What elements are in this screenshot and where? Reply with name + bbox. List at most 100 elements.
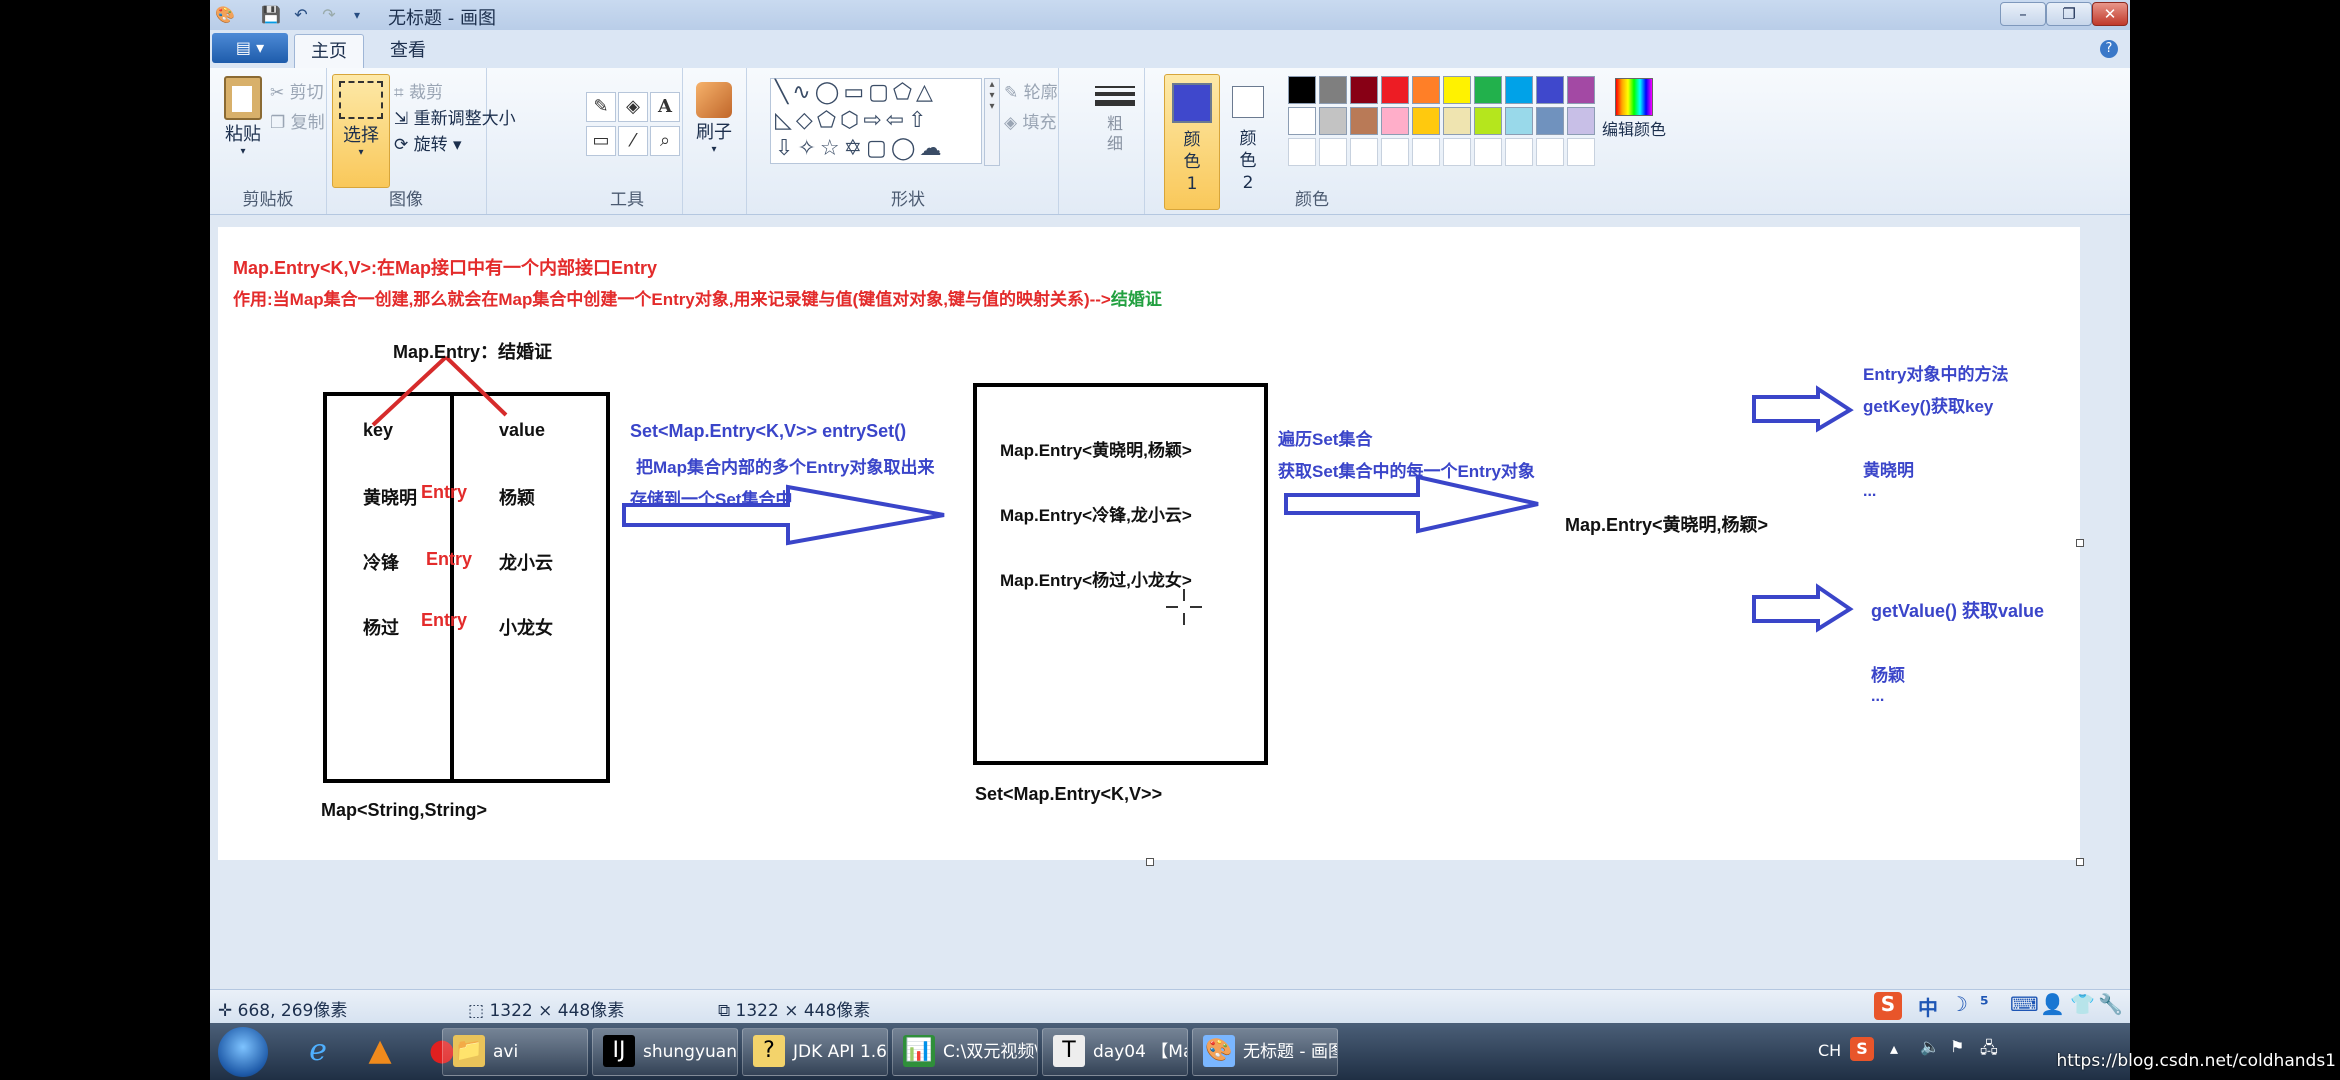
taskbar-item[interactable]: ? JDK API 1.6.0 中...	[742, 1028, 888, 1076]
custom-color-slot[interactable]	[1381, 138, 1409, 166]
triangle-shape-icon[interactable]: △	[916, 80, 937, 105]
palette-color-swatch[interactable]	[1350, 76, 1378, 104]
shapes-gallery[interactable]: ╲∿◯▭▢⬠△ ◺◇⬠⬡⇨⇦⇧ ⇩✧☆✡▢◯☁	[770, 78, 982, 164]
palette-color-swatch[interactable]	[1412, 107, 1440, 135]
tab-view[interactable]: 查看	[370, 34, 446, 67]
ime-mode-chinese[interactable]: 中	[1918, 992, 1938, 1021]
custom-color-slot[interactable]	[1288, 138, 1316, 166]
text-icon[interactable]: A	[650, 92, 680, 122]
custom-color-slot[interactable]	[1474, 138, 1502, 166]
canvas-resize-handle-right[interactable]	[2076, 539, 2084, 547]
left-arrow-shape-icon[interactable]: ⇦	[886, 108, 908, 133]
palette-color-swatch[interactable]	[1288, 107, 1316, 135]
workspace[interactable]: Map.Entry<K,V>:在Map接口中有一个内部接口Entry 作用:当M…	[210, 215, 2130, 989]
ime-punct-icon[interactable]: ⁵	[1980, 992, 1989, 1016]
oval-callout-shape-icon[interactable]: ◯	[891, 136, 920, 161]
rectangle-shape-icon[interactable]: ▭	[843, 80, 868, 105]
custom-color-slot[interactable]	[1443, 138, 1471, 166]
edit-colors-button[interactable]: 编辑颜色	[1600, 78, 1668, 140]
custom-color-slot[interactable]	[1567, 138, 1595, 166]
file-menu-button[interactable]: ▤ ▾	[212, 33, 288, 63]
palette-color-swatch[interactable]	[1536, 76, 1564, 104]
taskbar-item[interactable]: Tday04 【Map】...	[1042, 1028, 1188, 1076]
palette-color-swatch[interactable]	[1567, 76, 1595, 104]
fill-button[interactable]: ◈ 填充	[1004, 108, 1056, 133]
size-button[interactable]: 粗细	[1092, 82, 1138, 154]
palette-color-swatch[interactable]	[1381, 107, 1409, 135]
palette-color-swatch[interactable]	[1319, 107, 1347, 135]
ime-moon-icon[interactable]: ☽	[1950, 992, 1968, 1016]
paint-app-icon[interactable]: 🎨	[214, 4, 236, 26]
custom-color-slot[interactable]	[1536, 138, 1564, 166]
tab-home[interactable]: 主页	[294, 34, 364, 68]
crop-button[interactable]: ⌗ 裁剪	[394, 78, 443, 103]
ime-keyboard-icon[interactable]: ⌨	[2010, 992, 2039, 1016]
save-icon[interactable]: 💾	[260, 4, 282, 26]
paste-button[interactable]: 粘贴 ▾	[218, 76, 268, 157]
callout-shape-icon[interactable]: ▢	[866, 136, 891, 161]
pentagon-shape-icon[interactable]: ⬠	[817, 108, 840, 133]
taskbar-item[interactable]: 📁 avi	[442, 1028, 588, 1076]
close-button[interactable]: ✕	[2092, 2, 2128, 26]
up-arrow-shape-icon[interactable]: ⇧	[908, 108, 930, 133]
line-shape-icon[interactable]: ╲	[775, 80, 792, 105]
cloud-callout-shape-icon[interactable]: ☁	[919, 136, 945, 161]
custom-color-slot[interactable]	[1350, 138, 1378, 166]
shapes-scrollbar[interactable]: ▴ ▾ ▾	[984, 78, 1000, 166]
rotate-button[interactable]: ⟳ 旋转 ▾	[394, 130, 462, 155]
pencil-icon[interactable]: ✎	[586, 92, 616, 122]
input-language[interactable]: CH	[1818, 1041, 1841, 1060]
cut-button[interactable]: ✂ 剪切	[270, 78, 324, 103]
minimize-button[interactable]: –	[2000, 2, 2046, 26]
taskbar-item[interactable]: IJ shungyuan [C:\...	[592, 1028, 738, 1076]
palette-color-swatch[interactable]	[1319, 76, 1347, 104]
palette-color-swatch[interactable]	[1443, 76, 1471, 104]
start-button[interactable]	[218, 1027, 268, 1077]
custom-color-slot[interactable]	[1412, 138, 1440, 166]
customize-quick-access-icon[interactable]: ▾	[346, 4, 368, 26]
internet-explorer-icon[interactable]: ℯ	[298, 1031, 338, 1071]
four-point-star-shape-icon[interactable]: ✧	[797, 136, 819, 161]
palette-color-swatch[interactable]	[1412, 76, 1440, 104]
diamond-shape-icon[interactable]: ◇	[796, 108, 817, 133]
hexagon-shape-icon[interactable]: ⬡	[840, 108, 863, 133]
ime-settings-icon[interactable]: 🔧	[2098, 992, 2123, 1016]
sogou-ime-icon[interactable]: S	[1874, 992, 1902, 1020]
custom-color-slot[interactable]	[1319, 138, 1347, 166]
palette-color-swatch[interactable]	[1505, 76, 1533, 104]
brushes-button[interactable]: 刷子 ▾	[688, 82, 740, 155]
vlc-icon[interactable]: ▲	[360, 1031, 400, 1071]
taskbar-item[interactable]: 📊 C:\双元视频\新...	[892, 1028, 1038, 1076]
rounded-rectangle-shape-icon[interactable]: ▢	[868, 80, 893, 105]
palette-color-swatch[interactable]	[1381, 76, 1409, 104]
palette-color-swatch[interactable]	[1350, 107, 1378, 135]
palette-color-swatch[interactable]	[1474, 107, 1502, 135]
canvas-resize-handle-corner[interactable]	[2076, 858, 2084, 866]
polygon-shape-icon[interactable]: ⬠	[893, 80, 916, 105]
drawing-canvas[interactable]: Map.Entry<K,V>:在Map接口中有一个内部接口Entry 作用:当M…	[218, 227, 2080, 860]
resize-button[interactable]: ⇲ 重新调整大小	[394, 104, 516, 129]
oval-shape-icon[interactable]: ◯	[815, 80, 844, 105]
eraser-icon[interactable]: ▭	[586, 126, 616, 156]
select-button[interactable]: 选择 ▾	[332, 74, 390, 188]
down-arrow-shape-icon[interactable]: ⇩	[775, 136, 797, 161]
right-arrow-shape-icon[interactable]: ⇨	[863, 108, 885, 133]
palette-color-swatch[interactable]	[1505, 107, 1533, 135]
right-triangle-shape-icon[interactable]: ◺	[775, 108, 796, 133]
copy-button[interactable]: ❐ 复制	[270, 108, 325, 133]
palette-color-swatch[interactable]	[1567, 107, 1595, 135]
redo-icon[interactable]: ↷	[318, 4, 340, 26]
taskbar-item[interactable]: 🎨 无标题 - 画图	[1192, 1028, 1338, 1076]
magnifier-icon[interactable]: ⌕	[650, 126, 680, 156]
palette-color-swatch[interactable]	[1288, 76, 1316, 104]
color-picker-icon[interactable]: ⁄	[618, 126, 648, 156]
palette-color-swatch[interactable]	[1474, 76, 1502, 104]
canvas-resize-handle-bottom[interactable]	[1146, 858, 1154, 866]
maximize-button[interactable]: ❐	[2046, 2, 2092, 26]
ime-skin-icon[interactable]: 👕	[2070, 992, 2095, 1016]
five-point-star-shape-icon[interactable]: ☆	[820, 136, 844, 161]
network-icon[interactable]: 🖧	[1980, 1037, 1998, 1064]
fill-bucket-icon[interactable]: ◈	[618, 92, 648, 122]
show-hidden-icons[interactable]: ▴	[1890, 1039, 1898, 1058]
custom-color-slot[interactable]	[1505, 138, 1533, 166]
